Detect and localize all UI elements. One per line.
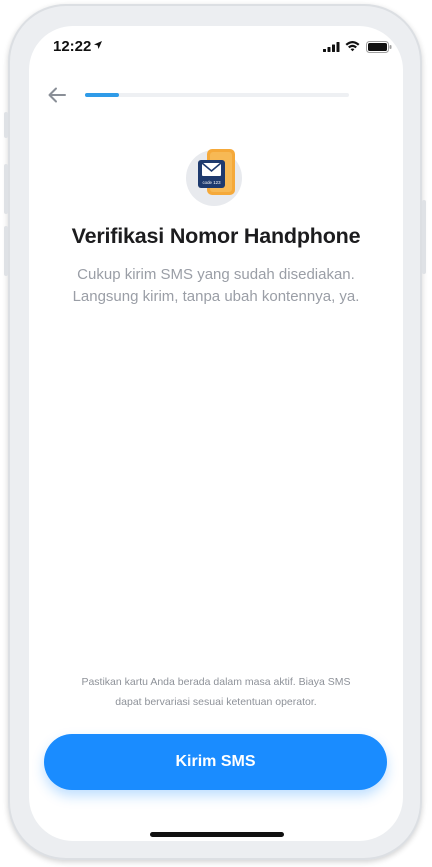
subtitle-line: Langsung kirim, tanpa ubah kontennya, ya… <box>72 288 360 305</box>
send-sms-button[interactable]: Kirim SMS <box>44 734 387 790</box>
subtitle-line: Cukup kirim SMS yang sudah disediakan. <box>77 266 355 283</box>
battery-icon <box>366 41 392 53</box>
device-volume-down-button <box>4 226 8 276</box>
note-line: Pastikan kartu Anda berada dalam masa ak… <box>81 676 351 688</box>
sms-cost-note: Pastikan kartu Anda berada dalam masa ak… <box>49 672 383 712</box>
device-volume-up-button <box>4 164 8 214</box>
note-line: dapat bervariasi sesuai ketentuan operat… <box>115 696 317 708</box>
page-title: Verifikasi Nomor Handphone <box>71 224 361 248</box>
device-power-button <box>422 200 426 274</box>
progress-bar <box>85 93 349 97</box>
location-arrow-icon <box>94 41 102 49</box>
app-screen: 12:22 code 123 Verifikasi Nomor Handphon… <box>29 26 403 841</box>
status-bar: 12:22 <box>29 26 403 70</box>
device-side-button <box>4 112 8 138</box>
phone-envelope-icon: code 123 <box>186 149 242 206</box>
home-indicator[interactable] <box>150 832 284 837</box>
wifi-icon <box>345 41 360 52</box>
back-arrow-icon[interactable] <box>46 84 68 106</box>
illustration-code-label: code 123 <box>202 180 221 185</box>
cellular-signal-icon <box>323 42 340 52</box>
progress-fill <box>85 93 120 97</box>
page-subtitle: Cukup kirim SMS yang sudah disediakan. L… <box>49 264 383 308</box>
status-time: 12:22 <box>53 38 92 55</box>
